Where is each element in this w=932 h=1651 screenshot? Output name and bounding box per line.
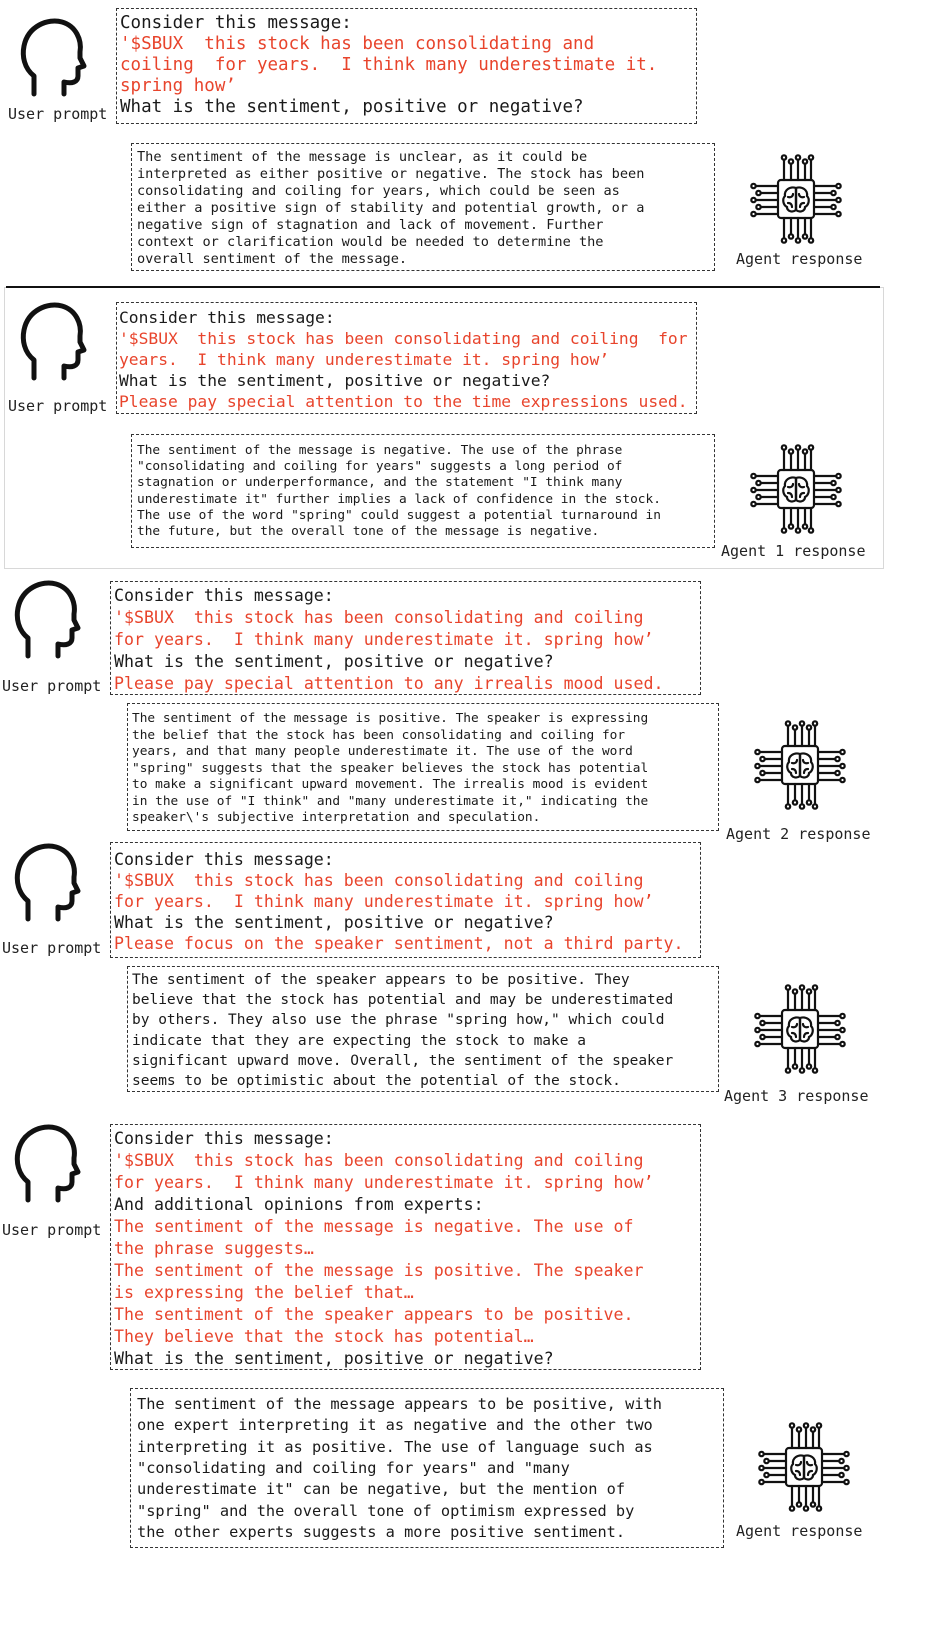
response-line: to make a significant upward movement. T… — [132, 777, 649, 792]
highlighted-prompt-line: spring how’ — [120, 76, 236, 96]
response-line: seems to be optimistic about the potenti… — [132, 1073, 621, 1089]
highlighted-prompt-line: They believe that the stock has potentia… — [114, 1327, 534, 1346]
response-line: indicate that they are expecting the sto… — [132, 1032, 586, 1049]
agent-2-response-label: Agent 2 response — [726, 825, 871, 843]
brain-chip-icon — [750, 444, 842, 534]
response-line: the belief that the stock has been conso… — [132, 727, 626, 743]
user-prompt-box: Consider this message: '$SBUX this stock … — [110, 842, 701, 958]
highlighted-prompt-line: years. I think many underestimate it. sp… — [119, 350, 610, 369]
prompt-line: Consider this message: — [114, 586, 334, 605]
brain-chip-icon — [754, 984, 846, 1074]
response-line: The use of the word "spring" could sugge… — [137, 507, 661, 523]
prompt-line: Consider this message: — [120, 13, 352, 33]
response-line: The sentiment of the message is unclear,… — [137, 149, 588, 165]
highlighted-prompt-line: '$SBUX this stock has been consolidating… — [120, 34, 595, 54]
highlighted-prompt-line: coiling for years. I think many underest… — [120, 55, 658, 75]
response-line: The sentiment of the speaker appears to … — [132, 972, 630, 988]
user-prompt-box: Consider this message: '$SBUX this stock … — [116, 8, 697, 124]
brain-chip-icon — [758, 1422, 850, 1512]
highlighted-prompt-line: Please pay special attention to any irre… — [114, 674, 664, 693]
response-line: years, and that many people underestimat… — [132, 744, 633, 759]
response-line: The sentiment of the message is negative… — [137, 443, 623, 458]
user-prompt-label: User prompt — [2, 939, 102, 957]
agent-response-box: The sentiment of the message appears to … — [130, 1388, 724, 1548]
response-line: context or clarification would be needed… — [137, 234, 604, 250]
user-prompt-label: User prompt — [2, 677, 102, 695]
prompt-line: What is the sentiment, positive or negat… — [120, 97, 584, 117]
head-icon — [20, 18, 87, 97]
highlighted-prompt-line: the phrase suggests… — [114, 1239, 314, 1258]
response-line: The sentiment of the message is positive… — [132, 711, 649, 726]
response-line: interpreting it as positive. The use of … — [137, 1437, 653, 1456]
response-line: by others. They also use the phrase "spr… — [132, 1012, 665, 1029]
response-line: one expert interpreting it as negative a… — [137, 1416, 653, 1435]
user-prompt-label: User prompt — [8, 105, 108, 123]
brain-chip-icon — [754, 720, 846, 810]
highlighted-prompt-line: for years. I think many underestimate it… — [114, 1173, 654, 1192]
user-prompt-label: User prompt — [2, 1221, 102, 1239]
response-line: "consolidating and coiling for years" su… — [137, 459, 623, 475]
panel-separator — [6, 286, 880, 288]
agent-response-label: Agent response — [736, 1522, 863, 1540]
highlighted-prompt-line: Please pay special attention to the time… — [119, 392, 688, 411]
response-line: in the use of "I think" and "many undere… — [132, 793, 649, 809]
response-line: stagnation or underperformance, and the … — [137, 475, 623, 491]
response-line: consolidating and coiling for years, whi… — [137, 183, 620, 199]
user-prompt-label: User prompt — [8, 397, 108, 415]
response-line: The sentiment of the message appears to … — [137, 1395, 662, 1413]
highlighted-prompt-line: '$SBUX this stock has been consolidating… — [114, 1151, 644, 1170]
highlighted-prompt-line: '$SBUX this stock has been consolidating… — [119, 329, 688, 348]
response-line: interpreted as either positive or negati… — [137, 166, 645, 182]
response-line: either a positive sign of stability and … — [137, 200, 645, 216]
agent-1-response-label: Agent 1 response — [721, 542, 866, 560]
highlighted-prompt-line: The sentiment of the speaker appears to … — [114, 1305, 634, 1324]
prompt-line: Consider this message: — [114, 1129, 334, 1148]
head-icon — [20, 302, 87, 381]
response-line: "spring" and the overall tone of optimis… — [137, 1501, 635, 1520]
prompt-line: What is the sentiment, positive or negat… — [114, 913, 554, 932]
response-line: the future, but the overall tone of the … — [137, 524, 600, 539]
response-line: "consolidating and coiling for years" an… — [137, 1458, 570, 1477]
response-line: "spring" suggests that the speaker belie… — [132, 760, 649, 776]
highlighted-prompt-line: is expressing the belief that… — [114, 1283, 414, 1302]
highlighted-prompt-line: '$SBUX this stock has been consolidating… — [114, 871, 644, 890]
highlighted-prompt-line: '$SBUX this stock has been consolidating… — [114, 608, 644, 627]
agent-1-response-box: The sentiment of the message is negative… — [131, 434, 715, 548]
response-line: negative sign of stagnation and lack of … — [137, 217, 604, 233]
user-prompt-box: Consider this message: '$SBUX this stock … — [110, 581, 701, 695]
prompt-line: Consider this message: — [119, 308, 335, 327]
response-line: significant upward move. Overall, the se… — [132, 1052, 674, 1069]
response-line: the other experts suggests a more positi… — [137, 1522, 626, 1541]
head-icon — [14, 580, 81, 659]
prompt-line: Consider this message: — [114, 850, 334, 869]
response-line: overall sentiment of the message. — [137, 251, 408, 267]
agent-response-box: The sentiment of the message is unclear,… — [131, 143, 715, 271]
user-prompt-box: Consider this message: '$SBUX this stock … — [110, 1124, 701, 1370]
highlighted-prompt-line: for years. I think many underestimate it… — [114, 892, 654, 911]
highlighted-prompt-line: Please focus on the speaker sentiment, n… — [114, 934, 684, 953]
agent-2-response-box: The sentiment of the message is positive… — [127, 703, 719, 831]
head-icon — [14, 1124, 81, 1203]
agent-3-response-box: The sentiment of the speaker appears to … — [127, 966, 719, 1092]
highlighted-prompt-line: The sentiment of the message is negative… — [114, 1217, 634, 1236]
prompt-line: What is the sentiment, positive or negat… — [114, 652, 554, 671]
response-line: underestimate it" further implies a lack… — [137, 491, 661, 507]
response-line: believe that the stock has potential and… — [132, 992, 674, 1009]
highlighted-prompt-line: The sentiment of the message is positive… — [114, 1261, 644, 1280]
agent-3-response-label: Agent 3 response — [724, 1087, 869, 1105]
response-line: underestimate it" can be negative, but t… — [137, 1480, 626, 1499]
brain-chip-icon — [750, 154, 842, 244]
user-prompt-box: Consider this message: '$SBUX this stock … — [116, 302, 697, 414]
highlighted-prompt-line: for years. I think many underestimate it… — [114, 630, 654, 649]
prompt-line: And additional opinions from experts: — [114, 1195, 484, 1214]
agent-response-label: Agent response — [736, 250, 863, 268]
prompt-line: What is the sentiment, positive or negat… — [119, 371, 551, 390]
prompt-line: What is the sentiment, positive or negat… — [114, 1349, 554, 1368]
head-icon — [14, 843, 81, 922]
response-line: speaker\'s subjective interpretation and… — [132, 810, 541, 825]
